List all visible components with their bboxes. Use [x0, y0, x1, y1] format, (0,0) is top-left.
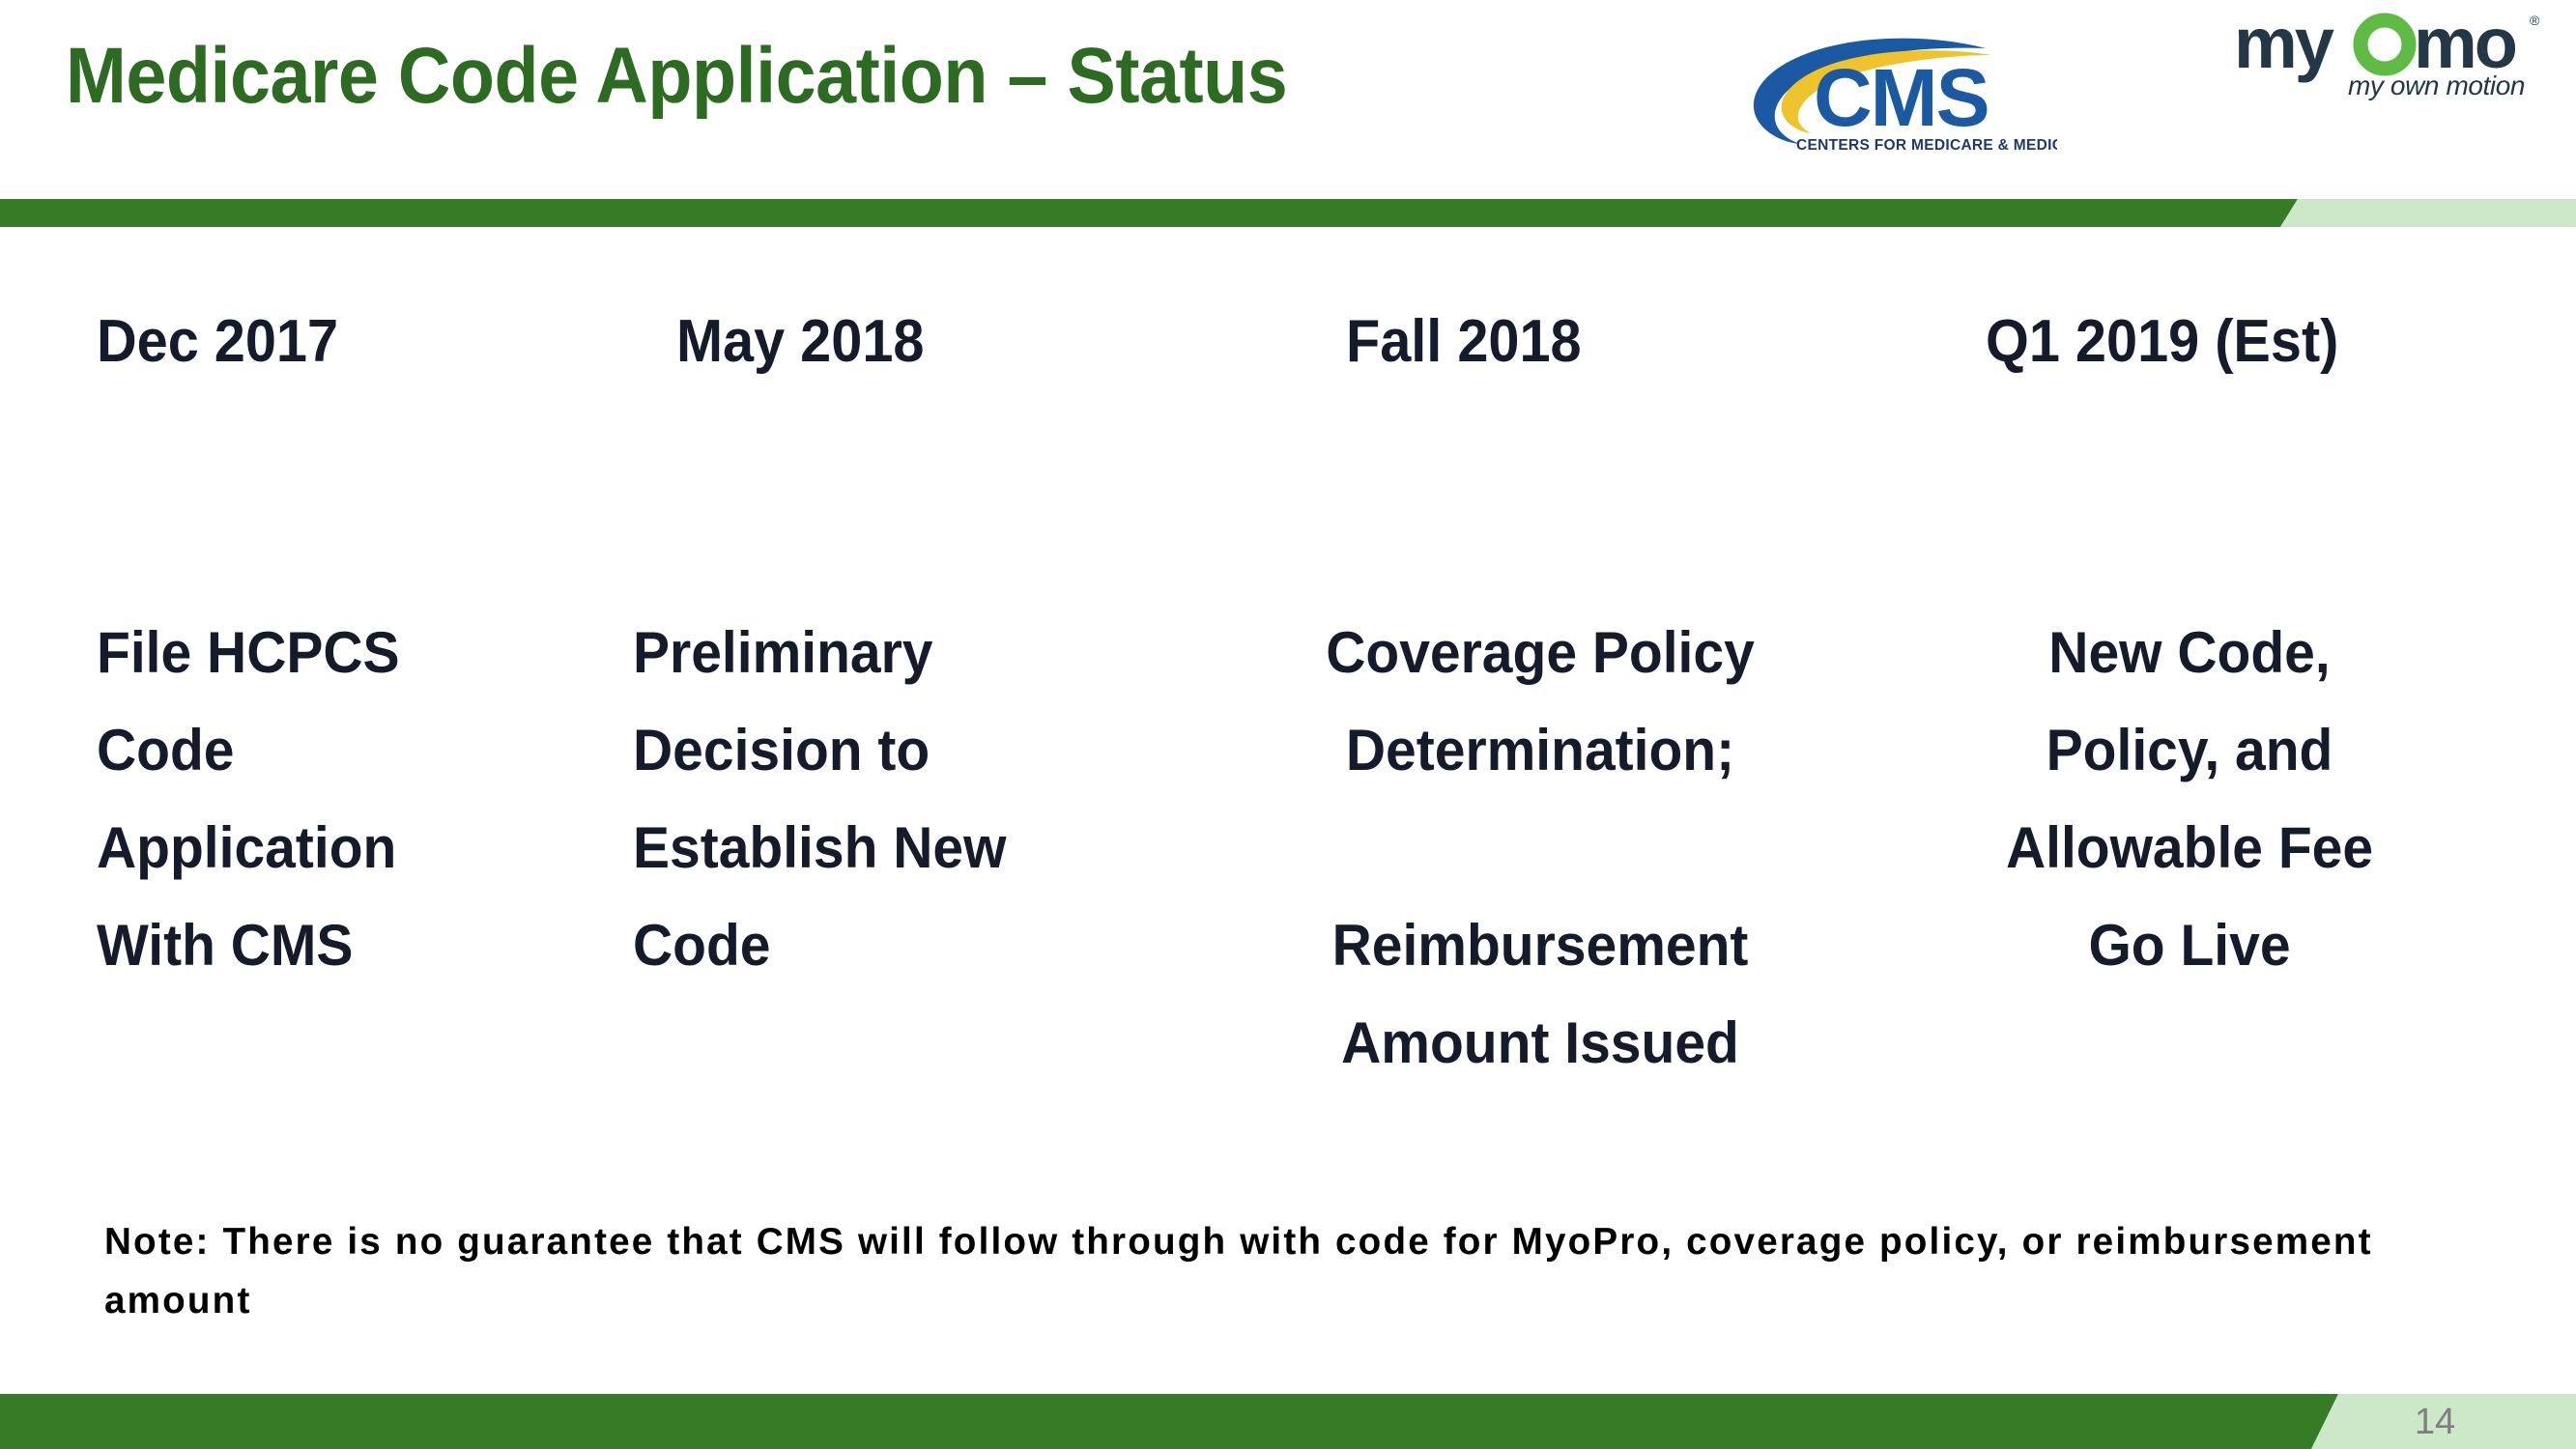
myomo-logo: my mo ® my own motion [2230, 8, 2549, 100]
timeline-line: Go Live [2088, 913, 2291, 978]
slide-canvas: Medicare Code Application – Status CMS C… [0, 0, 2576, 1449]
registered-mark: ® [2530, 13, 2540, 28]
timeline-line: Coverage Policy [1326, 620, 1755, 685]
svg-text:my: my [2234, 8, 2334, 83]
timeline-line: Establish New [633, 815, 1007, 880]
myomo-logo-tagline: my own motion [2348, 71, 2525, 100]
timeline-line-spacer [1246, 799, 1834, 896]
page-title: Medicare Code Application – Status [66, 32, 1288, 120]
timeline-line: Policy, and [2046, 718, 2333, 782]
cms-logo: CMS CENTERS FOR MEDICARE & MEDICAID SERV… [1732, 25, 2057, 160]
timeline-heading-3: Fall 2018 [1346, 308, 1582, 375]
timeline-body-4: New Code, Policy, and Allowable Fee Go Live [1932, 604, 2447, 994]
timeline-line: Reimbursement [1331, 913, 1749, 978]
timeline-line: Determination; [1345, 718, 1735, 782]
timeline-heading-2: May 2018 [676, 308, 925, 375]
disclaimer-note: Note: There is no guarantee that CMS wil… [104, 1221, 2373, 1321]
footer-accent-bar [0, 1394, 2576, 1449]
timeline-line: Code [97, 718, 235, 782]
header-accent-bar [0, 199, 2576, 227]
timeline-line: Application [97, 815, 397, 880]
svg-text:CMS: CMS [1814, 52, 1989, 143]
timeline-headings: Dec 2017 May 2018 Fall 2018 Q1 2019 (Est… [0, 307, 2576, 394]
timeline-line: Amount Issued [1341, 1010, 1739, 1075]
timeline-line: Code [633, 913, 771, 978]
cms-logo-tagline: CENTERS FOR MEDICARE & MEDICAID SERVICES [1796, 137, 2057, 154]
page-number: 14 [2414, 1402, 2456, 1442]
timeline-body-1: File HCPCS Code Application With CMS [97, 604, 611, 994]
timeline-line: With CMS [97, 913, 354, 978]
timeline-body-3: Coverage Policy Determination; Reimbursem… [1246, 604, 1834, 1092]
timeline-body-2: Preliminary Decision to Establish New Code [633, 604, 1147, 994]
timeline-line: Allowable Fee [2005, 815, 2374, 880]
timeline-heading-1: Dec 2017 [97, 308, 339, 375]
timeline-line: Preliminary [633, 620, 933, 685]
timeline-line: File HCPCS [97, 620, 400, 685]
timeline-line: New Code, [2048, 620, 2331, 685]
timeline-heading-4: Q1 2019 (Est) [1986, 308, 2339, 375]
timeline-line: Decision to [633, 718, 930, 782]
